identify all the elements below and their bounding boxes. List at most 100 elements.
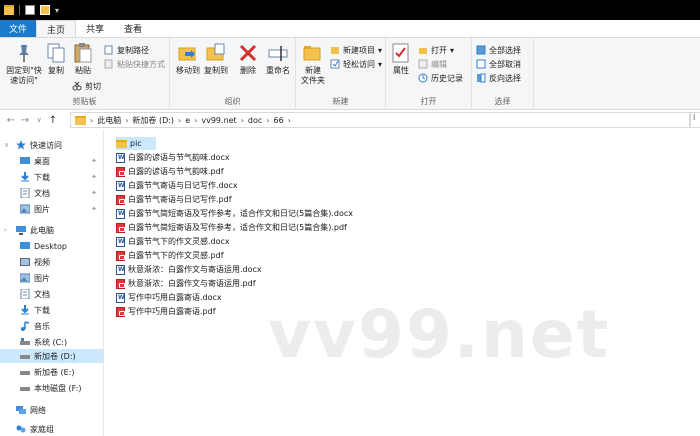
delete-button[interactable]: 删除	[236, 42, 260, 76]
select-group: 全部选择 全部取消 反向选择 选择	[472, 38, 534, 110]
nav-pictures-quick[interactable]: 图片 ✦	[0, 202, 103, 216]
folder-icon	[116, 139, 127, 148]
nav-label: 下载	[34, 305, 50, 315]
word-doc-icon	[116, 152, 125, 163]
breadcrumb-separator[interactable]: ›	[125, 116, 128, 125]
nav-downloads[interactable]: 下载	[0, 303, 103, 317]
list-item[interactable]: 白露节气简短寄语及写作参考，适合作文和日记(5篇合集).docx	[116, 207, 357, 220]
new-folder-quick-icon[interactable]	[40, 5, 50, 15]
back-arrow-icon[interactable]: ←	[4, 115, 18, 126]
new-group-label: 新建	[332, 97, 349, 106]
rename-button[interactable]: 重命名	[264, 42, 292, 76]
invert-selection-label: 反向选择	[489, 73, 521, 83]
breadcrumb-e[interactable]: e	[185, 116, 190, 125]
list-item[interactable]: 白露节气寄语与日记写作.pdf	[116, 193, 236, 206]
nav-downloads-quick[interactable]: 下载 ✦	[0, 170, 103, 184]
easy-access-label: 轻松访问	[343, 59, 375, 69]
list-item[interactable]: 写作中巧用白露寄语.docx	[116, 291, 226, 304]
pin-icon[interactable]: ✦	[91, 173, 97, 181]
nav-homegroup[interactable]: 家庭组	[0, 422, 103, 436]
open-button[interactable]: 打开 ▾	[418, 44, 454, 56]
chevron-right-icon[interactable]: ›	[4, 226, 7, 234]
computer-icon	[16, 225, 26, 235]
breadcrumb-66[interactable]: 66	[273, 116, 283, 125]
breadcrumb-drive-d[interactable]: 新加卷 (D:)	[132, 115, 174, 126]
word-doc-icon	[116, 292, 125, 303]
pin-icon[interactable]: ✦	[91, 189, 97, 197]
easy-access-button[interactable]: 轻松访问 ▾	[330, 58, 382, 70]
select-none-button[interactable]: 全部取消	[476, 58, 521, 70]
copy-to-button[interactable]: 复制到	[202, 42, 230, 76]
history-button[interactable]: 历史记录	[418, 72, 463, 84]
move-to-button[interactable]: 移动到	[174, 42, 202, 76]
nav-pictures[interactable]: 图片	[0, 271, 103, 285]
chevron-down-icon[interactable]: ∨	[4, 141, 9, 149]
search-input[interactable]: I	[690, 112, 700, 128]
breadcrumb-separator[interactable]: ›	[178, 116, 181, 125]
nav-documents-quick[interactable]: 文档 ✦	[0, 186, 103, 200]
nav-desktop-quick[interactable]: 桌面 ✦	[0, 154, 103, 168]
breadcrumb-separator[interactable]: ›	[241, 116, 244, 125]
recent-chevron-icon[interactable]: ∨	[32, 116, 46, 124]
paste-button[interactable]: 粘贴	[72, 42, 94, 76]
nav-drive-f[interactable]: 本地磁盘 (F:)	[0, 381, 103, 395]
breadcrumb-separator[interactable]: ›	[194, 116, 197, 125]
nav-videos[interactable]: 视频	[0, 255, 103, 269]
tab-view[interactable]: 查看	[114, 20, 152, 37]
list-item[interactable]: 白露的谚语与节气韵味.pdf	[116, 165, 228, 178]
nav-music[interactable]: 音乐	[0, 319, 103, 333]
address-bar[interactable]: › 此电脑 › 新加卷 (D:) › e › vv99.net › doc › …	[70, 112, 690, 128]
breadcrumb-separator[interactable]: ›	[288, 116, 291, 125]
rename-label: 重命名	[266, 66, 290, 75]
nav-drive-d[interactable]: 新加卷 (D:)	[0, 349, 103, 363]
pin-icon[interactable]: ✦	[91, 157, 97, 165]
folder-icon	[75, 115, 86, 125]
nav-documents[interactable]: 文档	[0, 287, 103, 301]
breadcrumb-separator[interactable]: ›	[266, 116, 269, 125]
navigation-bar: ← → ∨ ↑ › 此电脑 › 新加卷 (D:) › e › vv99.net …	[0, 110, 700, 130]
list-item[interactable]: 秋意渐浓：白露作文与寄语运用.docx	[116, 263, 266, 276]
file-name: 白露节气寄语与日记写作.pdf	[128, 195, 232, 204]
paste-shortcut-button[interactable]: 粘贴快捷方式	[104, 58, 165, 70]
chevron-down-icon[interactable]: ▾	[55, 6, 59, 15]
select-all-button[interactable]: 全部选择	[476, 44, 521, 56]
list-item[interactable]: pic	[116, 137, 156, 150]
pin-quick-access-button[interactable]: 固定到"快 速访问"	[2, 42, 46, 86]
documents-icon	[20, 187, 30, 199]
move-folder-icon	[177, 42, 199, 64]
copy-button[interactable]: 复制	[46, 42, 66, 76]
tab-home[interactable]: 主页	[36, 20, 77, 37]
nav-label: 网络	[30, 405, 46, 415]
file-name: 白露节气下的作文灵感.docx	[128, 237, 230, 246]
copy-path-button[interactable]: 复制路径	[104, 44, 149, 56]
list-item[interactable]: 秋意渐浓：白露作文与寄语运用.pdf	[116, 277, 260, 290]
properties-quick-icon[interactable]	[25, 5, 35, 15]
nav-quick-access[interactable]: ∨ 快速访问	[0, 138, 103, 152]
nav-drive-e[interactable]: 新加卷 (E:)	[0, 365, 103, 379]
pin-icon[interactable]: ✦	[91, 205, 97, 213]
list-item[interactable]: 白露的谚语与节气韵味.docx	[116, 151, 234, 164]
nav-network[interactable]: 网络	[0, 403, 103, 417]
properties-button[interactable]: 属性	[390, 42, 412, 76]
breadcrumb-doc[interactable]: doc	[248, 116, 262, 125]
breadcrumb-vv99[interactable]: vv99.net	[201, 116, 236, 125]
list-item[interactable]: 白露节气下的作文灵感.docx	[116, 235, 234, 248]
nav-this-pc[interactable]: › 此电脑	[0, 223, 103, 237]
new-item-button[interactable]: 新建项目 ▾	[330, 44, 382, 56]
tab-share[interactable]: 共享	[76, 20, 114, 37]
up-arrow-icon[interactable]: ↑	[46, 115, 60, 126]
breadcrumb-this-pc[interactable]: 此电脑	[97, 115, 121, 126]
nav-desktop[interactable]: Desktop	[0, 239, 103, 253]
list-item[interactable]: 白露节气下的作文灵感.pdf	[116, 249, 228, 262]
list-item[interactable]: 白露节气简短寄语及写作参考，适合作文和日记(5篇合集).pdf	[116, 221, 351, 234]
forward-arrow-icon[interactable]: →	[18, 115, 32, 126]
list-item[interactable]: 白露节气寄语与日记写作.docx	[116, 179, 242, 192]
nav-drive-c[interactable]: 系统 (C:)	[0, 335, 103, 349]
nav-label: 新加卷 (D:)	[34, 351, 76, 361]
edit-button[interactable]: 编辑	[418, 58, 447, 70]
list-item[interactable]: 写作中巧用白露寄语.pdf	[116, 305, 220, 318]
tab-file[interactable]: 文件	[0, 20, 36, 37]
new-folder-button[interactable]: 新建 文件夹	[298, 42, 328, 86]
invert-selection-button[interactable]: 反向选择	[476, 72, 521, 84]
cut-button[interactable]: 剪切	[72, 80, 101, 92]
